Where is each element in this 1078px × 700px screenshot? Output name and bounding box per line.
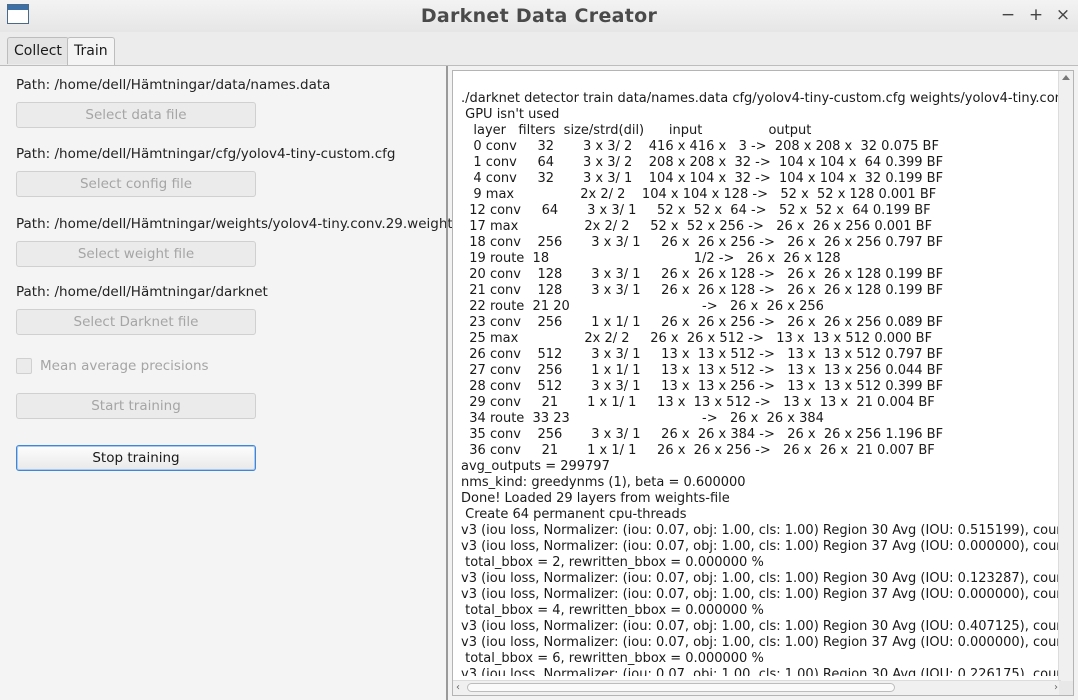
log-line: 18 conv 256 3 x 3/ 1 26 x 26 x 256 -> 26…: [461, 235, 944, 250]
log-line: layer filters size/strd(dil) input outpu…: [461, 123, 812, 138]
scroll-up-icon[interactable]: [1062, 75, 1070, 80]
log-line: 26 conv 512 3 x 3/ 1 13 x 13 x 512 -> 13…: [461, 347, 944, 362]
log-line: v3 (iou loss, Normalizer: (iou: 0.07, ob…: [461, 635, 1059, 650]
log-line: Create 64 permanent cpu-threads: [461, 507, 687, 522]
log-line: total_bbox = 4, rewritten_bbox = 0.00000…: [461, 603, 764, 618]
log-line: 17 max 2x 2/ 2 52 x 52 x 256 -> 26 x 26 …: [461, 219, 933, 234]
minimize-button[interactable]: −: [998, 4, 1018, 26]
log-line: 28 conv 512 3 x 3/ 1 13 x 13 x 256 -> 13…: [461, 379, 944, 394]
weights-file-path: Path: /home/dell/Hämtningar/weights/yolo…: [16, 216, 460, 232]
training-log: ./darknet detector train data/names.data…: [461, 91, 1059, 676]
map-checkbox[interactable]: [16, 358, 32, 374]
training-output-area[interactable]: ./darknet detector train data/names.data…: [452, 70, 1074, 696]
map-checkbox-label: Mean average precisions: [40, 358, 209, 374]
log-line: 34 route 33 23 -> 26 x 26 x 384: [461, 411, 824, 426]
select-config-file-button[interactable]: Select config file: [16, 171, 256, 197]
log-line: total_bbox = 2, rewritten_bbox = 0.00000…: [461, 555, 764, 570]
log-line: nms_kind: greedynms (1), beta = 0.600000: [461, 475, 746, 490]
horizontal-scroll-thumb[interactable]: [467, 683, 895, 692]
window-title-bar[interactable]: Darknet Data Creator − + ×: [0, 0, 1078, 33]
stop-training-button[interactable]: Stop training: [16, 445, 256, 471]
log-line: 36 conv 21 1 x 1/ 1 26 x 26 x 256 -> 26 …: [461, 443, 935, 458]
log-line: v3 (iou loss, Normalizer: (iou: 0.07, ob…: [461, 619, 1059, 634]
tab-train[interactable]: Train: [67, 37, 115, 65]
select-data-file-button[interactable]: Select data file: [16, 102, 256, 128]
log-line: v3 (iou loss, Normalizer: (iou: 0.07, ob…: [461, 587, 1059, 602]
log-line: Done! Loaded 29 layers from weights-file: [461, 491, 730, 506]
darknet-path: Path: /home/dell/Hämtningar/darknet: [16, 284, 268, 300]
log-line: ./darknet detector train data/names.data…: [461, 91, 1059, 106]
vertical-scrollbar[interactable]: [1058, 71, 1073, 681]
scrollbar-corner: [1059, 681, 1073, 695]
log-line: avg_outputs = 299797: [461, 459, 610, 474]
data-file-path: Path: /home/dell/Hämtningar/data/names.d…: [16, 77, 331, 93]
log-line: 25 max 2x 2/ 2 26 x 26 x 512 -> 13 x 13 …: [461, 331, 933, 346]
split-pane-divider[interactable]: [446, 66, 448, 700]
config-file-path: Path: /home/dell/Hämtningar/cfg/yolov4-t…: [16, 146, 396, 162]
select-weight-file-button[interactable]: Select weight file: [16, 241, 256, 267]
log-line: 35 conv 256 3 x 3/ 1 26 x 26 x 384 -> 26…: [461, 427, 944, 442]
maximize-button[interactable]: +: [1026, 4, 1046, 26]
close-button[interactable]: ×: [1053, 4, 1073, 26]
log-line: 22 route 21 20 -> 26 x 26 x 256: [461, 299, 824, 314]
scroll-left-icon[interactable]: ‹: [456, 683, 460, 693]
log-line: 27 conv 256 1 x 1/ 1 13 x 13 x 512 -> 13…: [461, 363, 944, 378]
log-line: v3 (iou loss, Normalizer: (iou: 0.07, ob…: [461, 539, 1059, 554]
log-line: 19 route 18 1/2 -> 26 x 26 x 128: [461, 251, 841, 266]
log-line: 23 conv 256 1 x 1/ 1 26 x 26 x 256 -> 26…: [461, 315, 944, 330]
log-line: 20 conv 128 3 x 3/ 1 26 x 26 x 128 -> 26…: [461, 267, 944, 282]
log-line: 12 conv 64 3 x 3/ 1 52 x 52 x 64 -> 52 x…: [461, 203, 931, 218]
start-training-button[interactable]: Start training: [16, 393, 256, 419]
log-line: 4 conv 32 3 x 3/ 1 104 x 104 x 32 -> 104…: [461, 171, 944, 186]
log-line: total_bbox = 6, rewritten_bbox = 0.00000…: [461, 651, 764, 666]
scroll-right-icon[interactable]: ›: [1054, 683, 1058, 693]
log-line: 29 conv 21 1 x 1/ 1 13 x 13 x 512 -> 13 …: [461, 395, 935, 410]
log-line: v3 (iou loss, Normalizer: (iou: 0.07, ob…: [461, 571, 1059, 586]
tab-bar: Collect Train: [0, 32, 1078, 66]
horizontal-scrollbar[interactable]: ‹ ›: [453, 680, 1061, 695]
log-line: 21 conv 128 3 x 3/ 1 26 x 26 x 128 -> 26…: [461, 283, 944, 298]
tab-collect[interactable]: Collect: [7, 37, 69, 64]
select-darknet-file-button[interactable]: Select Darknet file: [16, 309, 256, 335]
window-title: Darknet Data Creator: [420, 5, 658, 27]
train-settings-panel: Path: /home/dell/Hämtningar/data/names.d…: [0, 66, 460, 700]
log-line: v3 (iou loss, Normalizer: (iou: 0.07, ob…: [461, 667, 1059, 676]
log-line: GPU isn't used: [461, 107, 560, 122]
log-line: 0 conv 32 3 x 3/ 2 416 x 416 x 3 -> 208 …: [461, 139, 939, 154]
log-line: v3 (iou loss, Normalizer: (iou: 0.07, ob…: [461, 523, 1059, 538]
log-line: 1 conv 64 3 x 3/ 2 208 x 208 x 32 -> 104…: [461, 155, 944, 170]
log-line: 9 max 2x 2/ 2 104 x 104 x 128 -> 52 x 52…: [461, 187, 937, 202]
